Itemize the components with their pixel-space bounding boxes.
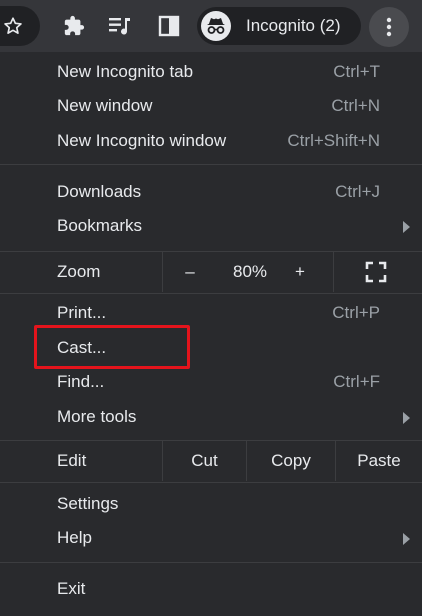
media-control-icon[interactable]	[103, 9, 137, 43]
chrome-main-menu: New Incognito tab Ctrl+T New window Ctrl…	[0, 52, 422, 616]
menu-item-help[interactable]: Help	[0, 522, 422, 556]
menu-item-more-tools[interactable]: More tools	[0, 401, 422, 435]
menu-item-shortcut: Ctrl+F	[333, 372, 380, 391]
menu-item-new-window[interactable]: New window Ctrl+N	[0, 90, 422, 124]
highlight-annotation	[34, 325, 190, 369]
menu-item-new-incognito-tab[interactable]: New Incognito tab Ctrl+T	[0, 56, 422, 90]
menu-item-new-incognito-window[interactable]: New Incognito window Ctrl+Shift+N	[0, 125, 422, 159]
menu-separator	[0, 562, 422, 563]
cut-button[interactable]: Cut	[163, 441, 246, 481]
extensions-icon[interactable]	[57, 9, 91, 43]
fullscreen-button[interactable]	[352, 252, 400, 292]
zoom-level: 80%	[232, 262, 268, 281]
more-vert-icon[interactable]	[369, 7, 409, 47]
menu-item-label: More tools	[57, 407, 137, 426]
menu-separator	[0, 482, 422, 483]
menu-item-label: Bookmarks	[57, 216, 143, 235]
menu-item-label: Print...	[57, 303, 107, 322]
menu-item-bookmarks[interactable]: Bookmarks	[0, 210, 422, 244]
zoom-in-button[interactable]: +	[280, 252, 320, 292]
menu-item-label: Downloads	[57, 182, 142, 201]
copy-button[interactable]: Copy	[247, 441, 335, 481]
browser-toolbar: Incognito (2)	[0, 0, 422, 52]
menu-item-shortcut: Ctrl+N	[331, 96, 380, 115]
edit-row: Edit Cut Copy Paste	[0, 441, 422, 481]
menu-separator	[0, 293, 422, 294]
menu-item-shortcut: Ctrl+Shift+N	[287, 131, 380, 150]
menu-item-settings[interactable]: Settings	[0, 488, 422, 522]
menu-item-label: Exit	[57, 579, 86, 598]
zoom-label: Zoom	[57, 262, 101, 281]
menu-item-exit[interactable]: Exit	[0, 573, 422, 607]
edit-label: Edit	[57, 451, 87, 470]
divider	[162, 252, 163, 292]
incognito-icon	[201, 11, 231, 41]
menu-separator	[0, 164, 422, 165]
menu-item-shortcut: Ctrl+T	[333, 62, 380, 81]
menu-item-label: New Incognito tab	[57, 62, 194, 81]
menu-item-label: Find...	[57, 372, 105, 391]
star-icon[interactable]	[0, 9, 30, 43]
menu-item-label: New Incognito window	[57, 131, 227, 150]
zoom-row: Zoom – 80% +	[0, 252, 422, 292]
zoom-out-button[interactable]: –	[170, 252, 210, 292]
menu-item-label: Settings	[57, 494, 119, 513]
chevron-right-icon	[403, 412, 410, 424]
menu-item-shortcut: Ctrl+J	[335, 182, 380, 201]
divider	[333, 252, 334, 292]
side-panel-icon[interactable]	[152, 9, 186, 43]
menu-item-label: New window	[57, 96, 153, 115]
menu-item-downloads[interactable]: Downloads Ctrl+J	[0, 176, 422, 210]
profile-chip[interactable]: Incognito (2)	[197, 7, 361, 45]
menu-item-shortcut: Ctrl+P	[332, 303, 380, 322]
fullscreen-icon	[365, 261, 387, 283]
menu-item-find[interactable]: Find... Ctrl+F	[0, 366, 422, 400]
paste-button[interactable]: Paste	[336, 441, 422, 481]
chevron-right-icon	[403, 533, 410, 545]
chevron-right-icon	[403, 221, 410, 233]
profile-label: Incognito (2)	[246, 16, 341, 35]
menu-item-label: Help	[57, 528, 92, 547]
